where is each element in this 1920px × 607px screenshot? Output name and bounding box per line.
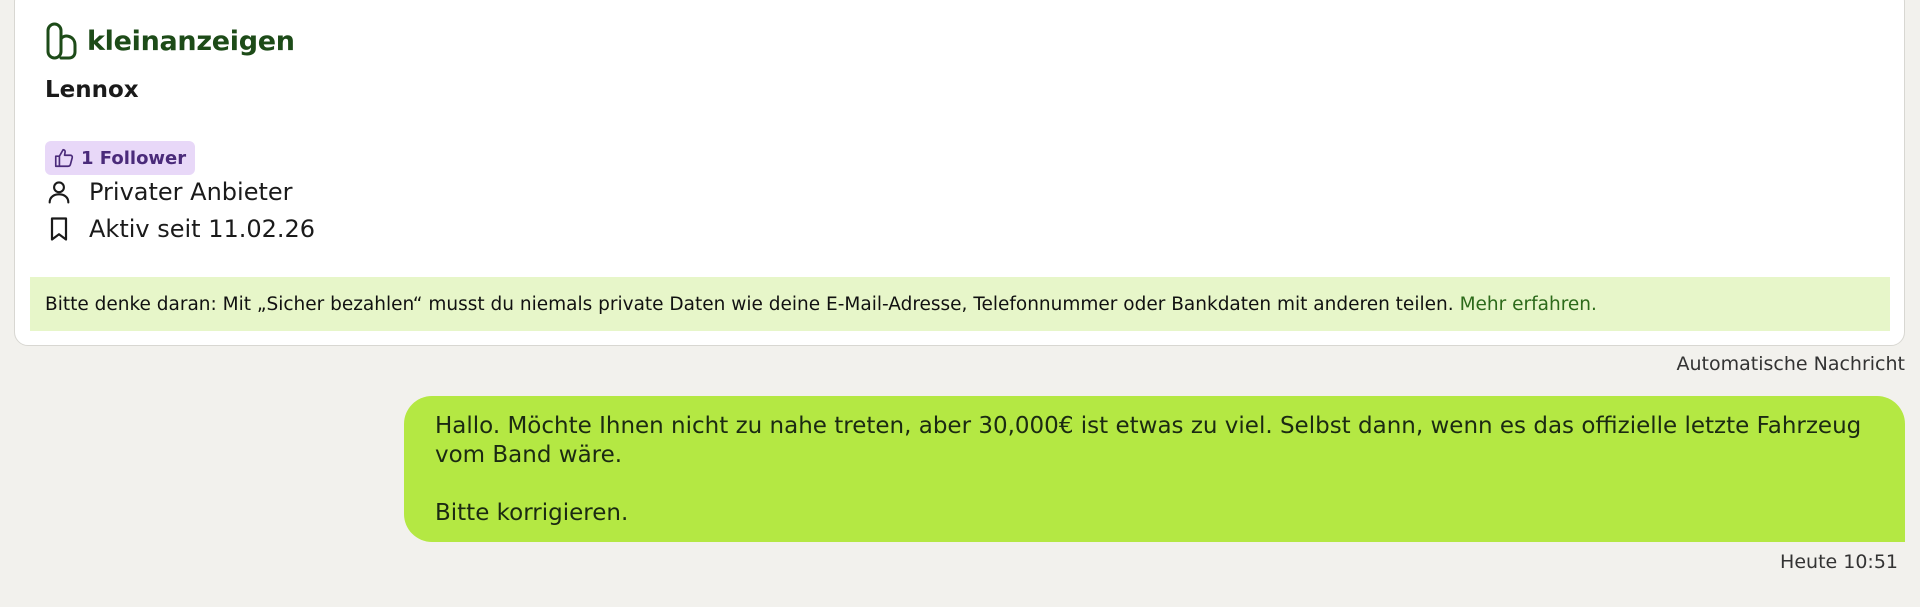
thumbs-up-icon <box>54 148 74 168</box>
seller-card: kleinanzeigen Lennox 1 Follower Privater… <box>14 0 1905 346</box>
message-line-2: vom Band wäre. <box>435 442 623 468</box>
message-line-3: Bitte korrigieren. <box>435 500 629 526</box>
message-spacer <box>435 470 1875 499</box>
notice-text: Bitte denke daran: Mit „Sicher bezahlen“… <box>45 293 1454 315</box>
message-line-1: Hallo. Möchte Ihnen nicht zu nahe treten… <box>435 413 1862 439</box>
kleinanzeigen-logo-icon <box>46 22 77 60</box>
kleinanzeigen-logo[interactable]: kleinanzeigen <box>45 21 295 61</box>
secure-payment-notice: Bitte denke daran: Mit „Sicher bezahlen“… <box>30 277 1890 331</box>
follower-count: 1 Follower <box>81 147 187 169</box>
person-icon <box>48 181 70 204</box>
seller-type-row: Privater Anbieter <box>45 177 293 207</box>
learn-more-link[interactable]: Mehr erfahren. <box>1460 294 1597 315</box>
bookmark-icon <box>50 217 68 241</box>
chat-message-bubble: Hallo. Möchte Ihnen nicht zu nahe treten… <box>404 396 1905 542</box>
message-timestamp: Heute 10:51 <box>1780 551 1898 573</box>
active-since: Aktiv seit 11.02.26 <box>89 215 316 243</box>
automatic-message-label: Automatische Nachricht <box>1676 353 1905 375</box>
seller-name[interactable]: Lennox <box>45 77 139 103</box>
active-since-row: Aktiv seit 11.02.26 <box>45 214 315 244</box>
logo-text: kleinanzeigen <box>87 25 295 57</box>
seller-type: Privater Anbieter <box>89 178 293 206</box>
follower-badge: 1 Follower <box>45 141 196 175</box>
